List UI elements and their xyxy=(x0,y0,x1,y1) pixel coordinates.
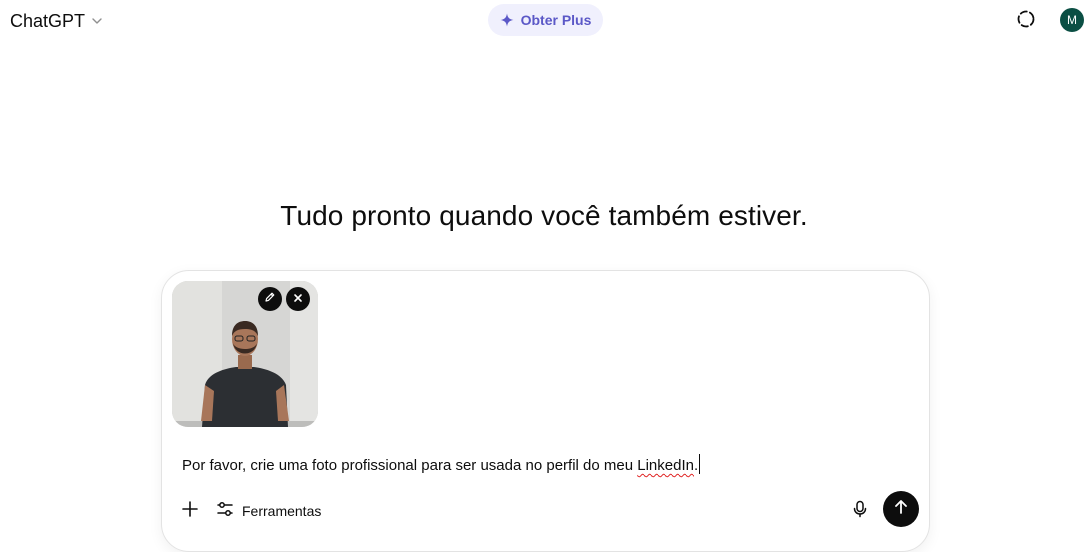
page-title: Tudo pronto quando você também estiver. xyxy=(280,200,808,231)
prompt-misspelled-word: LinkedIn xyxy=(637,457,694,474)
edit-icon xyxy=(264,290,276,308)
microphone-icon xyxy=(851,500,869,523)
model-switcher[interactable]: ChatGPT xyxy=(10,9,103,33)
avatar-initial: M xyxy=(1067,13,1077,27)
prompt-input[interactable]: Por favor, crie uma foto profissional pa… xyxy=(182,454,902,474)
plus-icon xyxy=(181,500,199,523)
tools-label: Ferramentas xyxy=(242,503,322,519)
model-name: ChatGPT xyxy=(10,10,86,31)
composer: Por favor, crie uma foto profissional pa… xyxy=(161,270,930,552)
send-button[interactable] xyxy=(883,491,919,527)
remove-image-button[interactable] xyxy=(286,287,310,311)
close-icon xyxy=(293,290,303,308)
chevron-down-icon xyxy=(91,15,103,27)
upgrade-label: Obter Plus xyxy=(520,12,592,28)
avatar[interactable]: M xyxy=(1060,8,1084,32)
tools-button[interactable]: Ferramentas xyxy=(216,499,321,523)
dictation-button[interactable] xyxy=(848,499,872,523)
attached-image[interactable] xyxy=(172,281,318,427)
prompt-text-end: . xyxy=(693,457,699,474)
sliders-icon xyxy=(216,500,234,523)
add-attachment-button[interactable] xyxy=(178,499,202,523)
text-cursor xyxy=(699,454,701,474)
temporary-chat-button[interactable] xyxy=(1015,10,1037,32)
upgrade-button[interactable]: Obter Plus xyxy=(488,4,603,36)
dashed-circle-icon xyxy=(1016,9,1036,34)
edit-image-button[interactable] xyxy=(258,287,282,311)
sparkle-icon xyxy=(500,13,514,27)
prompt-text: Por favor, crie uma foto profissional pa… xyxy=(182,457,638,474)
arrow-up-icon xyxy=(893,499,909,520)
